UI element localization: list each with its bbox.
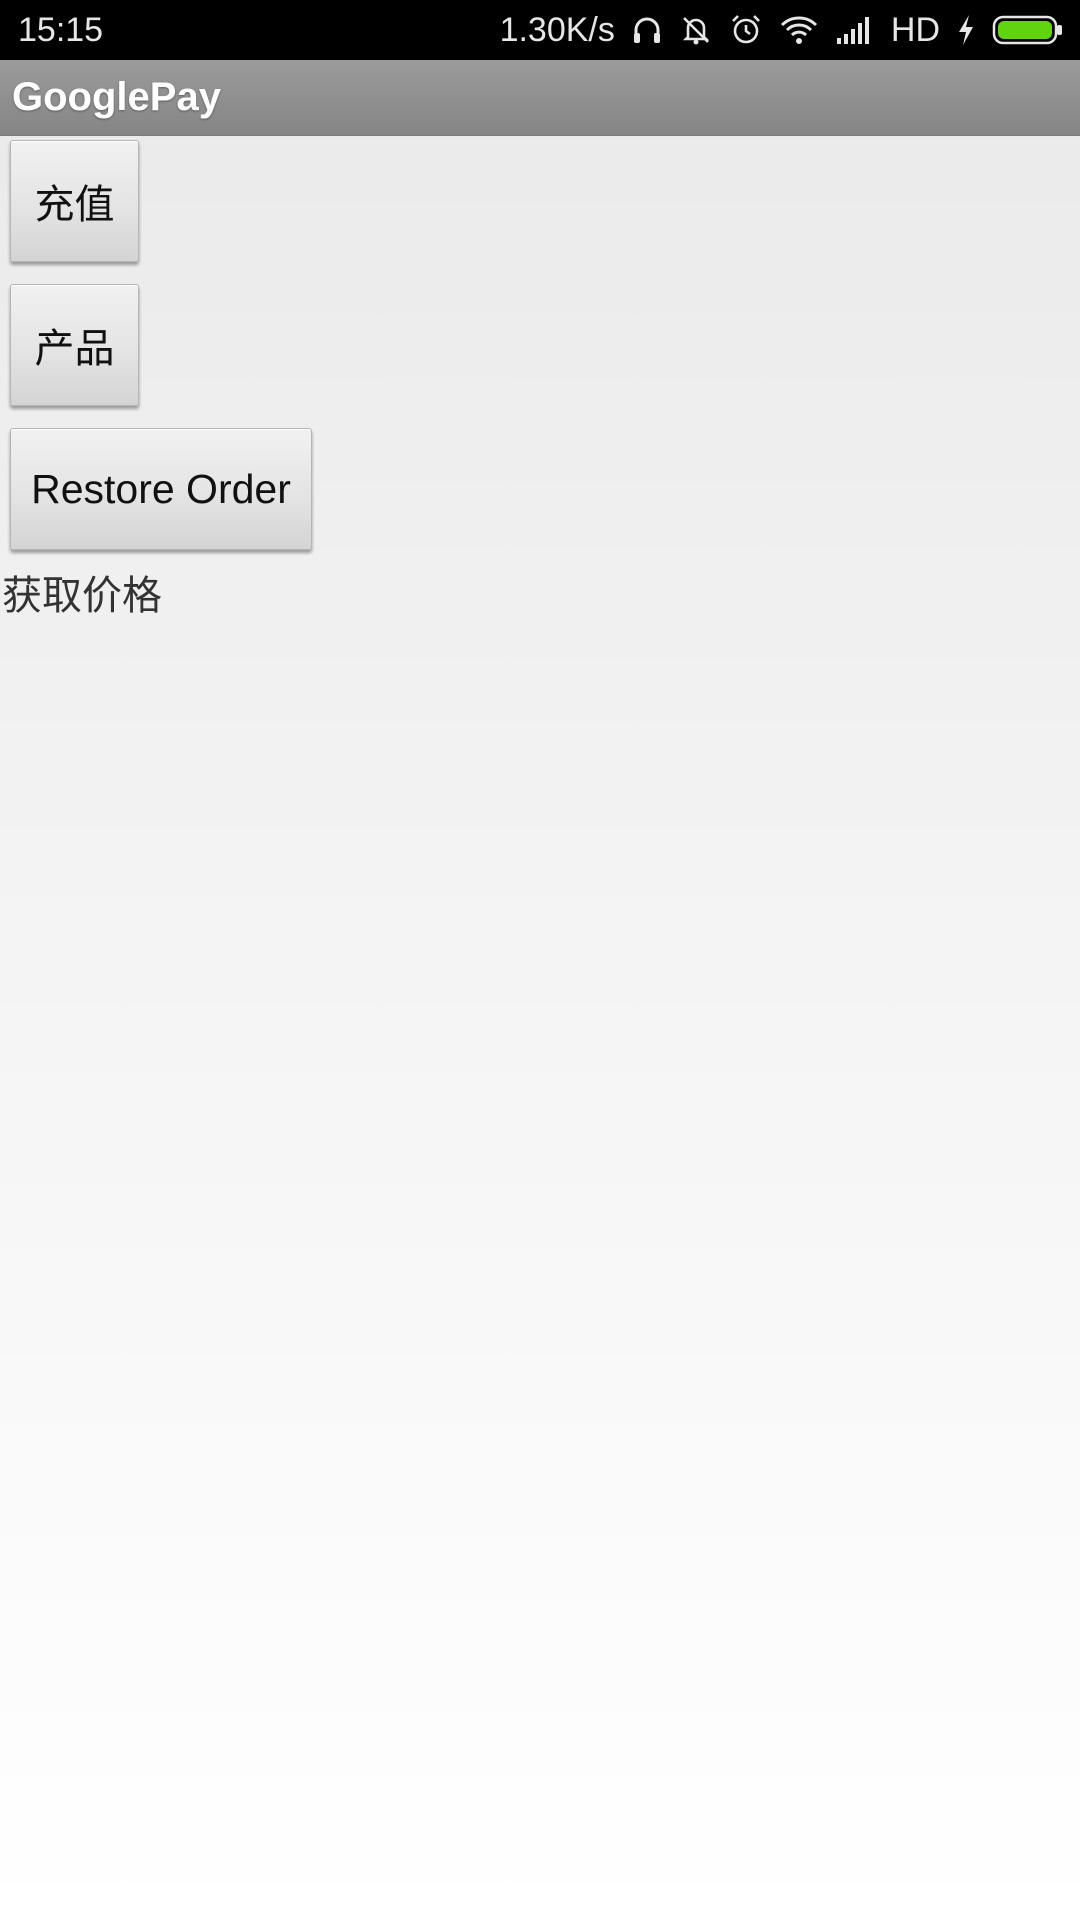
status-time: 15:15 (18, 11, 104, 49)
status-icons: 1.30K/s HD (500, 8, 1064, 52)
product-button[interactable]: 产品 (10, 284, 139, 406)
alarm-icon (729, 13, 763, 47)
signal-icon (835, 14, 875, 46)
recharge-button[interactable]: 充值 (10, 140, 139, 262)
app-bar: GooglePay (0, 60, 1080, 136)
network-speed: 1.30K/s (499, 11, 615, 49)
battery-level (998, 21, 1052, 39)
network-type: HD (890, 11, 940, 49)
charging-icon (956, 13, 976, 47)
price-label: 获取价格 (2, 573, 162, 619)
wifi-icon (779, 14, 819, 46)
app-title: GooglePay (12, 75, 221, 119)
restore-order-button[interactable]: Restore Order (10, 428, 312, 550)
headset-icon (631, 14, 663, 46)
battery-icon (992, 15, 1064, 45)
status-bar: 15:15 1.30K/s HD (0, 0, 1080, 60)
mute-icon (679, 13, 713, 47)
